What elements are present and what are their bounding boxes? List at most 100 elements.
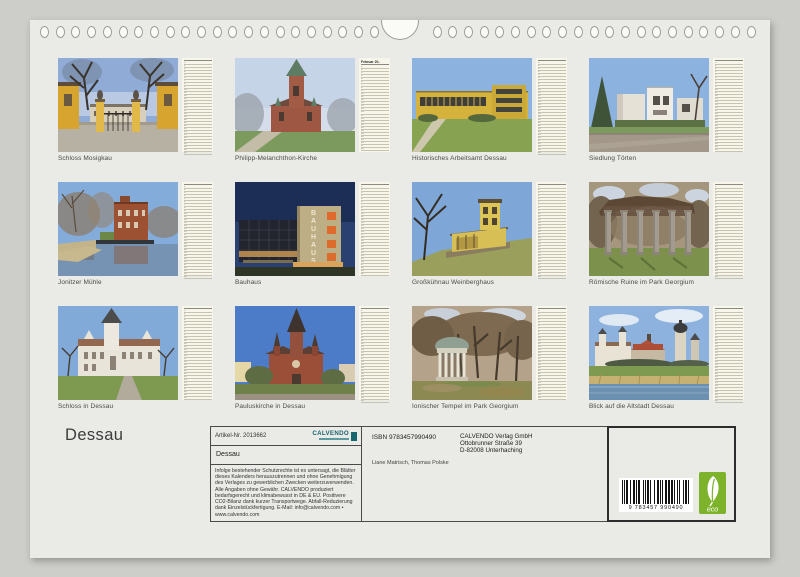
svg-text:BAUHAUS: BAUHAUS [311, 210, 316, 265]
barcode-bars [621, 480, 690, 504]
month-caption: Römische Ruine im Park Georgium [589, 279, 694, 286]
mini-calendar-month-label: Dezember 20.. [715, 308, 743, 309]
mini-calendar-month-label: April 20.. [715, 60, 743, 61]
month-caption: Bauhaus [235, 279, 262, 286]
info-middle-panel: ISBN 9783457990490 CALVENDO Verlag GmbH … [362, 426, 608, 522]
month-cell-juli: Juli 20..1.2.3.4.5.6.7.8.9.10.11.12.13.1… [412, 182, 567, 286]
binding-hole [746, 26, 756, 38]
binding-hole [165, 26, 175, 38]
month-photo [58, 58, 178, 152]
binding-hole [244, 26, 254, 38]
mini-calendar: Juli 20..1.2.3.4.5.6.7.8.9.10.11.12.13.1… [536, 182, 567, 279]
binding-hole [55, 26, 65, 38]
mini-calendar-month-label: März 20.. [538, 60, 566, 61]
mini-calendar-day-row: 31. [184, 152, 212, 155]
month-caption: Jonitzer Mühle [58, 279, 102, 286]
mini-calendar-day-row: 31. [538, 152, 566, 155]
calvendo-logo-icon [351, 431, 357, 441]
binding-hole [197, 26, 206, 38]
binding-hole [354, 26, 363, 38]
eco-leaf-icon: eco [699, 472, 726, 514]
mini-calendar-month-label: Mai 20.. [184, 184, 212, 185]
isbn-text: ISBN 9783457990490 [372, 434, 436, 441]
calvendo-logo: CALVENDO [312, 431, 357, 441]
month-photo [589, 58, 709, 152]
month-caption: Philipp-Melanchthon-Kirche [235, 155, 318, 162]
mini-calendar: Oktober 20..1.2.3.4.5.6.7.8.9.10.11.12.1… [359, 306, 390, 403]
mini-calendar-month-label: Februar 20.. [361, 60, 389, 65]
month-caption: Siedlung Törten [589, 155, 637, 162]
mini-calendar-month-label: November 20.. [538, 308, 566, 309]
binding-hole [511, 26, 520, 38]
binding-hole [620, 26, 630, 38]
month-photo [235, 306, 355, 400]
month-photo [58, 182, 178, 276]
binding-hole [338, 26, 348, 38]
month-photo [58, 306, 178, 400]
binding-hole [322, 26, 332, 38]
binding-hole [479, 26, 489, 38]
binding-hole [683, 26, 693, 38]
binding-hole [212, 26, 222, 38]
mini-calendar: Juni 20..1.2.3.4.5.6.7.8.9.10.11.12.13.1… [359, 182, 390, 276]
binding-hole [730, 26, 740, 38]
mini-calendar-day-row: 30. [361, 273, 389, 276]
month-cell-mai: Mai 20..1.2.3.4.5.6.7.8.9.10.11.12.13.14… [58, 182, 213, 286]
binding-hole [149, 26, 159, 38]
binding-hole [526, 26, 536, 38]
month-cell-dezember: Dezember 20..1.2.3.4.5.6.7.8.9.10.11.12.… [589, 306, 744, 410]
barcode-digits: 9 783457 990490 [628, 504, 684, 511]
mini-calendar-month-label: Juli 20.. [538, 184, 566, 185]
binding-hole [448, 26, 458, 38]
month-caption: Schloss in Dessau [58, 403, 114, 410]
mini-calendar-day-row: 28. [361, 148, 389, 151]
binding-hole [87, 26, 97, 38]
binding-hole [306, 26, 316, 38]
mini-calendar-month-label: August 20.. [715, 184, 743, 185]
month-caption: Schloss Mosigkau [58, 155, 112, 162]
info-left-panel: Artikel-Nr. 2013662 CALVENDO Dessau Info… [210, 426, 362, 522]
month-photo [412, 306, 532, 400]
binding-hole [369, 26, 379, 38]
binding-hole [259, 26, 269, 38]
month-preview-grid: Januar 20..1.2.3.4.5.6.7.8.9.10.11.12.13… [58, 58, 744, 410]
month-cell-januar: Januar 20..1.2.3.4.5.6.7.8.9.10.11.12.13… [58, 58, 213, 162]
screenshot-root: { "title": "Dessau", "colors": { "accent… [0, 0, 800, 577]
binding-hole [275, 26, 285, 38]
binding-hole [463, 26, 473, 38]
month-photo [589, 182, 709, 276]
binding-hole [71, 26, 81, 38]
calvendo-logo-text: CALVENDO [312, 430, 349, 438]
mini-calendar: Januar 20..1.2.3.4.5.6.7.8.9.10.11.12.13… [182, 58, 213, 155]
mini-calendar: September 20..1.2.3.4.5.6.7.8.9.10.11.12… [182, 306, 213, 400]
binding-hole [636, 26, 646, 38]
month-cell-april: April 20..1.2.3.4.5.6.7.8.9.10.11.12.13.… [589, 58, 744, 162]
month-cell-märz: März 20..1.2.3.4.5.6.7.8.9.10.11.12.13.1… [412, 58, 567, 162]
binding-hole [573, 26, 583, 38]
binding-hole [291, 26, 301, 38]
binding-hole [102, 26, 112, 38]
binding-hole [40, 26, 49, 38]
mini-calendar-day-row: 30. [538, 397, 566, 400]
binding-hole [652, 26, 662, 38]
binding-hole [495, 26, 505, 38]
calendar-title: Dessau [65, 426, 124, 444]
month-caption: Historisches Arbeitsamt Dessau [412, 155, 507, 162]
hanger-notch [381, 20, 419, 40]
article-number: Artikel-Nr. 2013662 [215, 433, 267, 440]
mini-calendar: April 20..1.2.3.4.5.6.7.8.9.10.11.12.13.… [713, 58, 744, 152]
binding-hole [668, 26, 677, 38]
mini-calendar: Februar 20.. 1. 2. 3. 4. 5. 6. 7. 8. 9. 10. 11. 12. 1… [359, 58, 390, 152]
binding-hole [228, 26, 238, 38]
month-photo [412, 182, 532, 276]
mini-calendar-month-label: Januar 20.. [184, 60, 212, 61]
barcode-panel: 9 783457 990490 eco [607, 426, 736, 522]
publisher-info-box: Artikel-Nr. 2013662 CALVENDO Dessau Info… [210, 426, 737, 522]
month-cell-oktober: Oktober 20..1.2.3.4.5.6.7.8.9.10.11.12.1… [235, 306, 390, 410]
binding-hole [432, 26, 442, 38]
month-cell-august: August 20..1.2.3.4.5.6.7.8.9.10.11.12.13… [589, 182, 744, 286]
mini-calendar-day-row: 31. [184, 276, 212, 279]
month-cell-februar: Februar 20.. 1. 2. 3. 4. 5. 6. 7. 8. 9. 10. 11. 12. 1… [235, 58, 390, 162]
calvendo-logo-tagline [319, 438, 349, 440]
mini-calendar-month-label: Oktober 20.. [361, 308, 389, 309]
